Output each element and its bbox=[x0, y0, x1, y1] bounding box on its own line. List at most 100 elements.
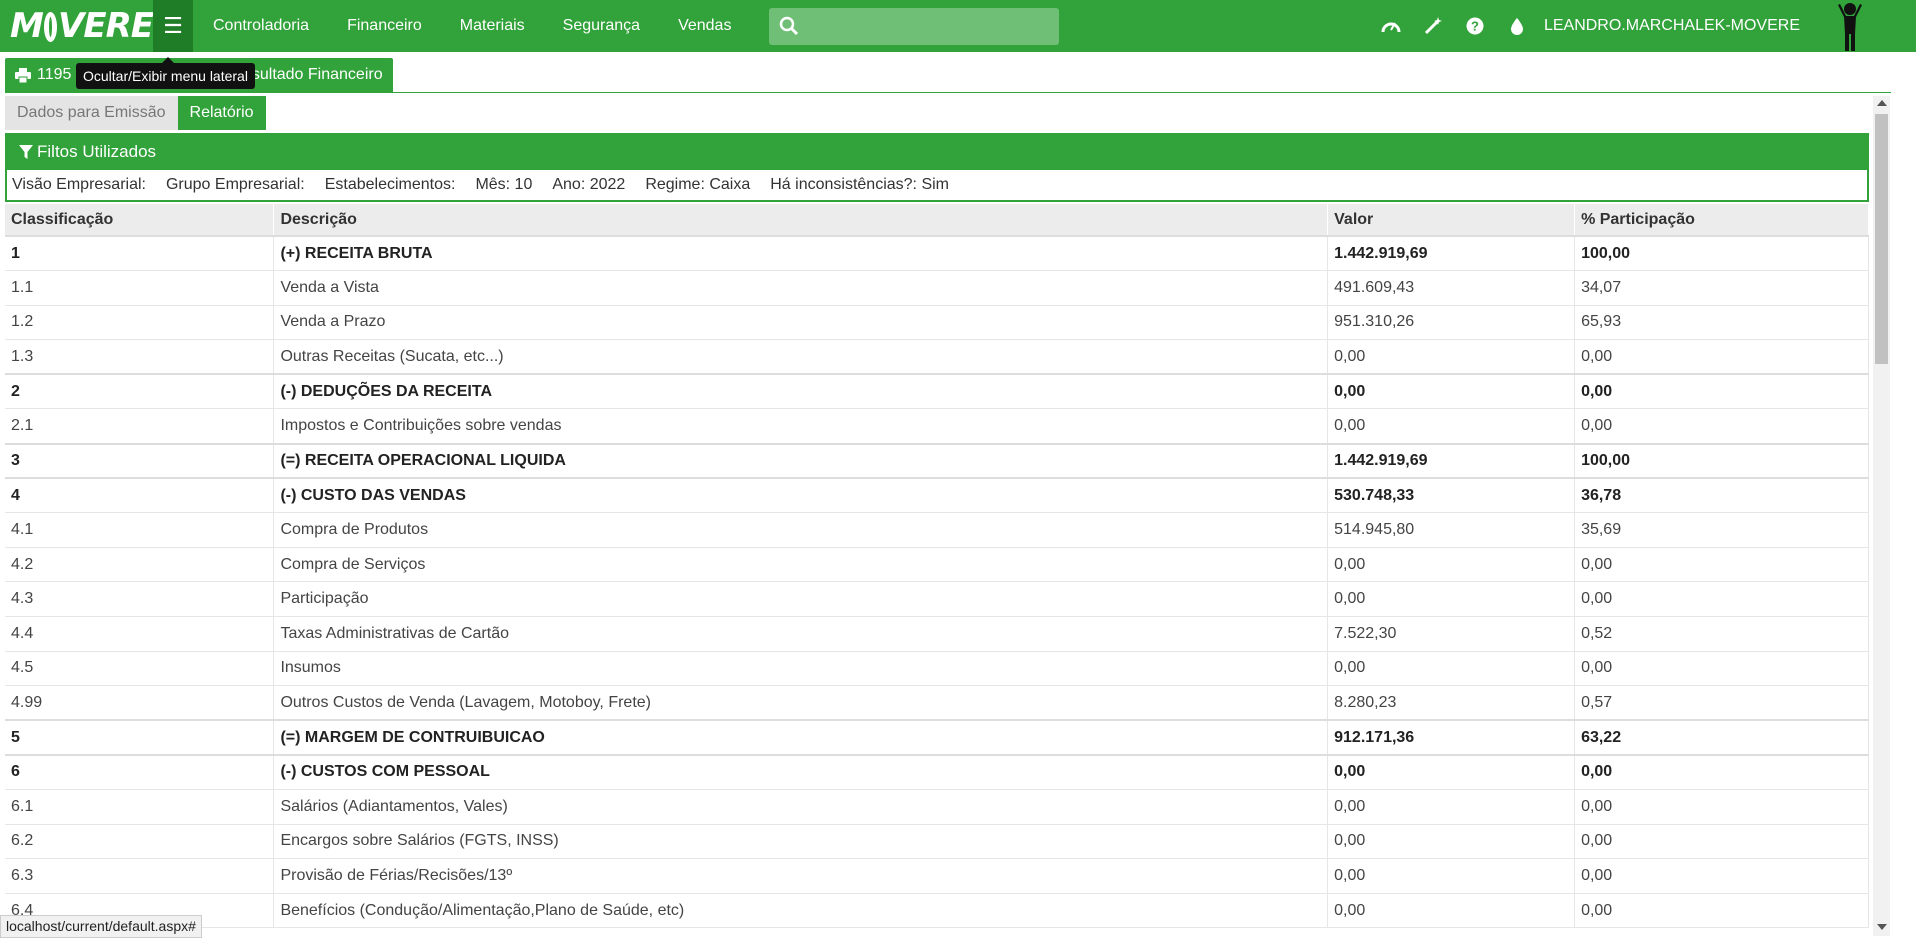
cell-descricao: Compra de Serviços bbox=[273, 547, 1329, 583]
table-row[interactable]: 6.3 Provisão de Férias/Recisões/13º 0,00 0,… bbox=[5, 858, 1869, 894]
table-row[interactable]: 3 (=) RECEITA OPERACIONAL LIQUIDA 1.442.91… bbox=[5, 442, 1869, 479]
cell-valor: 491.609,43 bbox=[1327, 270, 1576, 306]
scrollbar-thumb[interactable] bbox=[1875, 114, 1888, 364]
dashboard-icon[interactable] bbox=[1380, 15, 1402, 37]
cell-classificacao: 1.2 bbox=[5, 305, 275, 341]
cell-valor: 951.310,26 bbox=[1327, 305, 1576, 341]
table-row[interactable]: 6.4 Benefícios (Condução/Alimentação,Plan… bbox=[5, 893, 1869, 929]
cell-classificacao: 4.2 bbox=[5, 547, 275, 583]
cell-valor: 514.945,80 bbox=[1327, 512, 1576, 548]
cell-descricao: Provisão de Férias/Recisões/13º bbox=[273, 858, 1329, 894]
table-row[interactable]: 1.1 Venda a Vista 491.609,43 34,07 bbox=[5, 270, 1869, 306]
col-header-valor[interactable]: Valor bbox=[1327, 204, 1576, 236]
print-icon[interactable] bbox=[15, 67, 31, 83]
table-row[interactable]: 1.2 Venda a Prazo 951.310,26 65,93 bbox=[5, 305, 1869, 341]
filter-grupo-empresarial: Grupo Empresarial: bbox=[165, 176, 305, 193]
cell-descricao: (=) RECEITA OPERACIONAL LIQUIDA bbox=[273, 442, 1329, 479]
cell-descricao: (-) CUSTOS COM PESSOAL bbox=[273, 753, 1329, 790]
cell-valor: 0,00 bbox=[1327, 373, 1576, 410]
report-table-container[interactable]: Classificação Descrição Valor % Particip… bbox=[5, 204, 1869, 930]
table-row[interactable]: 1 (+) RECEITA BRUTA 1.442.919,69 100,00 bbox=[5, 235, 1869, 272]
cell-participacao: 0,00 bbox=[1574, 547, 1869, 583]
table-row[interactable]: 4.1 Compra de Produtos 514.945,80 35,69 bbox=[5, 512, 1869, 548]
menu-item-vendas[interactable]: Vendas bbox=[678, 17, 731, 35]
cell-participacao: 35,69 bbox=[1574, 512, 1869, 548]
table-row[interactable]: 6 (-) CUSTOS COM PESSOAL 0,00 0,00 bbox=[5, 753, 1869, 790]
search-input[interactable] bbox=[807, 17, 1048, 35]
filters-list: Visão Empresarial: Grupo Empresarial: Es… bbox=[5, 170, 1869, 202]
filter-icon bbox=[19, 144, 33, 159]
filters-title: Filtos Utilizados bbox=[37, 141, 157, 161]
cell-classificacao: 6 bbox=[5, 753, 275, 790]
menu-item-controladoria[interactable]: Controladoria bbox=[213, 17, 309, 35]
table-row[interactable]: 2.1 Impostos e Contribuições sobre vendas… bbox=[5, 408, 1869, 445]
cell-valor: 7.522,30 bbox=[1327, 616, 1576, 652]
cell-classificacao: 4 bbox=[5, 477, 275, 514]
filter-regime: Regime: Caixa bbox=[645, 176, 751, 193]
logo-letters: VERE bbox=[58, 6, 154, 46]
report-subtabs: Dados para Emissão Relatório bbox=[5, 96, 266, 130]
cell-classificacao: 1.1 bbox=[5, 270, 275, 306]
cell-participacao: 0,52 bbox=[1574, 616, 1869, 652]
cell-descricao: (-) DEDUÇÕES DA RECEITA bbox=[273, 373, 1329, 410]
menu-toggle-button[interactable]: ☰ bbox=[153, 0, 193, 52]
table-row[interactable]: 4.3 Participação 0,00 0,00 bbox=[5, 581, 1869, 618]
menu-item-materiais[interactable]: Materiais bbox=[460, 17, 525, 35]
cell-descricao: Outros Custos de Venda (Lavagem, Motoboy… bbox=[273, 685, 1329, 721]
table-row[interactable]: 4.5 Insumos 0,00 0,00 bbox=[5, 651, 1869, 687]
table-row[interactable]: 2 (-) DEDUÇÕES DA RECEITA 0,00 0,00 bbox=[5, 373, 1869, 410]
cell-descricao: (=) MARGEM DE CONTRUIBUICAO bbox=[273, 719, 1329, 756]
username[interactable]: LEANDRO.MARCHALEK-MOVERE bbox=[1544, 17, 1800, 35]
scroll-down-arrow-icon[interactable] bbox=[1877, 924, 1887, 930]
help-icon[interactable]: ? bbox=[1464, 15, 1486, 37]
cell-descricao: Venda a Prazo bbox=[273, 305, 1329, 341]
cell-valor: 0,00 bbox=[1327, 408, 1576, 445]
table-row[interactable]: 4.99 Outros Custos de Venda (Lavagem, Mot… bbox=[5, 685, 1869, 721]
vertical-scrollbar[interactable] bbox=[1873, 96, 1890, 936]
table-row[interactable]: 5 (=) MARGEM DE CONTRUIBUICAO 912.171,36 63… bbox=[5, 719, 1869, 756]
refresh-icon[interactable]: ⟳ bbox=[444, 57, 457, 77]
table-row[interactable]: 6.2 Encargos sobre Salários (FGTS, INSS) 0… bbox=[5, 824, 1869, 860]
cell-valor: 8.280,23 bbox=[1327, 685, 1576, 721]
theme-drop-icon[interactable] bbox=[1506, 15, 1528, 37]
main-menu: Controladoria Financeiro Materiais Segur… bbox=[213, 17, 769, 35]
cell-classificacao: 6.1 bbox=[5, 789, 275, 825]
col-header-classificacao[interactable]: Classificação bbox=[5, 204, 275, 236]
col-header-descricao[interactable]: Descrição bbox=[273, 204, 1329, 236]
movere-logo[interactable]: M VERE bbox=[0, 0, 154, 52]
cell-valor: 0,00 bbox=[1327, 824, 1576, 860]
cell-participacao: 0,00 bbox=[1574, 824, 1869, 860]
table-row[interactable]: 4.4 Taxas Administrativas de Cartão 7.522,… bbox=[5, 616, 1869, 652]
cell-participacao: 63,22 bbox=[1574, 719, 1869, 756]
table-row[interactable]: 4.2 Compra de Serviços 0,00 0,00 bbox=[5, 547, 1869, 583]
cell-descricao: Venda a Vista bbox=[273, 270, 1329, 306]
logo-o-ring bbox=[43, 12, 58, 42]
favorite-star-icon[interactable]: ☆ bbox=[420, 57, 434, 77]
cell-classificacao: 6.3 bbox=[5, 858, 275, 894]
table-row[interactable]: 4 (-) CUSTO DAS VENDAS 530.748,33 36,78 bbox=[5, 477, 1869, 514]
cell-descricao: Benefícios (Condução/Alimentação,Plano d… bbox=[273, 893, 1329, 929]
cell-descricao: (-) CUSTO DAS VENDAS bbox=[273, 477, 1329, 514]
menu-item-seguranca[interactable]: Segurança bbox=[563, 17, 640, 35]
cell-participacao: 100,00 bbox=[1574, 235, 1869, 272]
search-box[interactable] bbox=[769, 7, 1060, 45]
magic-wand-icon[interactable] bbox=[1422, 15, 1444, 37]
tab-relatorio[interactable]: Relatório bbox=[177, 96, 266, 130]
table-row[interactable]: 6.1 Salários (Adiantamentos, Vales) 0,00 0,… bbox=[5, 789, 1869, 825]
col-header-participacao[interactable]: % Participação bbox=[1574, 204, 1869, 236]
report-table: Classificação Descrição Valor % Particip… bbox=[5, 204, 1869, 929]
tab-dados-para-emissao[interactable]: Dados para Emissão bbox=[5, 96, 178, 130]
filter-ano: Ano: 2022 bbox=[552, 176, 626, 193]
scroll-up-arrow-icon[interactable] bbox=[1877, 100, 1887, 106]
cell-participacao: 34,07 bbox=[1574, 270, 1869, 306]
cell-participacao: 0,00 bbox=[1574, 858, 1869, 894]
cell-valor: 0,00 bbox=[1327, 581, 1576, 618]
menu-item-financeiro[interactable]: Financeiro bbox=[347, 17, 422, 35]
close-icon[interactable]: ✕ bbox=[468, 57, 481, 77]
table-row[interactable]: 1.3 Outras Receitas (Sucata, etc...) 0,00 0… bbox=[5, 339, 1869, 375]
cell-classificacao: 4.3 bbox=[5, 581, 275, 618]
cell-classificacao: 6.2 bbox=[5, 824, 275, 860]
cell-participacao: 100,00 bbox=[1574, 442, 1869, 479]
cell-valor: 0,00 bbox=[1327, 789, 1576, 825]
window-code: 1195 bbox=[37, 66, 72, 83]
